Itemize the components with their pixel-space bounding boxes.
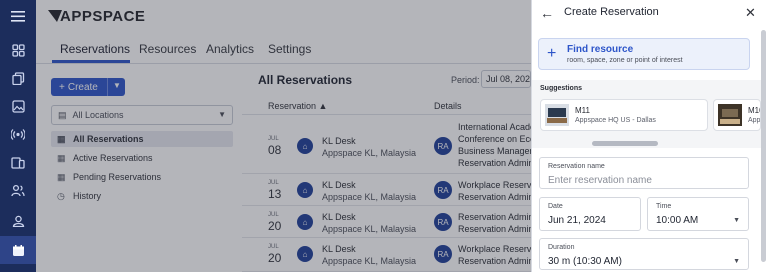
suggestion-name: M10 [748, 106, 760, 115]
suggestion-card[interactable]: M10 App [713, 99, 761, 131]
image-icon[interactable] [0, 92, 36, 120]
reservation-name-input[interactable]: Enter reservation name [548, 175, 652, 186]
panel-title: Create Reservation [564, 6, 659, 18]
room-thumbnail [718, 104, 742, 126]
left-rail [0, 0, 36, 272]
dashboard-icon[interactable] [0, 36, 36, 64]
calendar-icon[interactable] [0, 236, 36, 264]
field-label: Reservation name [548, 163, 605, 170]
field-label: Time [656, 203, 672, 210]
close-icon[interactable]: ✕ [745, 5, 756, 21]
people-icon[interactable] [0, 176, 36, 204]
reservation-name-field[interactable]: Reservation name Enter reservation name [539, 157, 749, 189]
suggestion-location: Appspace HQ US - Dallas [575, 117, 656, 124]
menu-icon[interactable] [0, 2, 36, 30]
suggestion-location: App [748, 117, 761, 124]
chevron-down-icon: ▼ [733, 258, 740, 265]
broadcast-icon[interactable] [0, 120, 36, 148]
suggestion-name: M11 [575, 106, 590, 115]
room-thumbnail [545, 104, 569, 126]
suggestions-scrollbar[interactable] [592, 141, 658, 146]
date-value: Jun 21, 2024 [548, 215, 606, 226]
time-value: 10:00 AM [656, 215, 699, 226]
plus-icon: + [547, 45, 557, 62]
user-badge-icon[interactable] [0, 206, 36, 234]
duration-field[interactable]: Duration 30 m (10:30 AM) ▼ [539, 238, 749, 270]
modal-backdrop[interactable] [36, 0, 531, 272]
date-field[interactable]: Date Jun 21, 2024 [539, 197, 641, 231]
duration-value: 30 m (10:30 AM) [548, 256, 622, 267]
field-label: Date [548, 203, 563, 210]
time-field[interactable]: Time 10:00 AM ▼ [647, 197, 749, 231]
suggestion-card[interactable]: M11 Appspace HQ US - Dallas [540, 99, 708, 131]
find-resource-title: Find resource [567, 44, 634, 55]
suggestions-label: Suggestions [540, 85, 583, 92]
field-label: Duration [548, 244, 575, 251]
panel-scrollbar[interactable] [761, 30, 766, 262]
copy-icon[interactable] [0, 64, 36, 92]
find-resource-button[interactable]: + Find resource room, space, zone or poi… [538, 38, 750, 70]
devices-icon[interactable] [0, 148, 36, 176]
chevron-down-icon: ▼ [733, 217, 740, 224]
back-arrow-icon[interactable]: ← [540, 5, 554, 21]
find-resource-subtitle: room, space, zone or point of interest [567, 57, 683, 64]
